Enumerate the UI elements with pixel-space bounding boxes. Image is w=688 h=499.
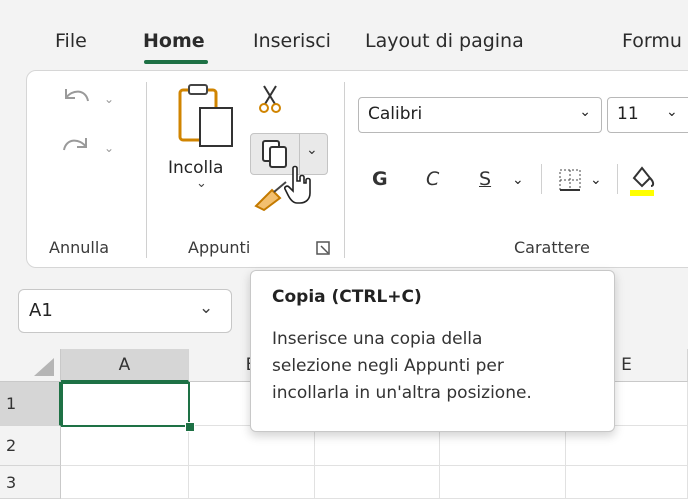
mouse-pointer-icon [284,165,312,205]
font-name-value: Calibri [368,104,423,124]
cell[interactable] [315,466,440,499]
cell[interactable] [566,426,688,466]
tab-home[interactable]: Home [143,30,205,52]
font-size-chevron-icon[interactable]: ⌄ [666,104,678,120]
cell[interactable] [315,426,440,466]
borders-icon[interactable] [558,168,582,192]
active-tab-indicator [144,60,208,64]
tab-file[interactable]: File [55,30,87,52]
tab-formule[interactable]: Formu [622,30,682,52]
font-size-value: 11 [617,104,639,124]
copy-dropdown-chevron-icon[interactable]: ⌄ [306,142,318,158]
bold-button[interactable]: G [372,168,388,190]
group-label-appunti: Appunti [188,238,251,257]
redo-dropdown-chevron-icon[interactable]: ⌄ [104,141,114,155]
borders-chevron-icon[interactable]: ⌄ [590,172,602,188]
row-header-2[interactable]: 2 [0,426,61,466]
copy-tooltip: Copia (CTRL+C) Inserisce una copia della… [250,270,615,432]
underline-button[interactable]: S [479,168,491,190]
italic-button[interactable]: C [426,168,439,190]
format-separator [541,164,542,194]
fill-handle[interactable] [185,422,195,432]
cell[interactable] [440,466,566,499]
tab-inserisci[interactable]: Inserisci [253,30,331,52]
paste-button[interactable]: Incolla [168,158,223,178]
undo-icon[interactable] [58,83,98,113]
undo-dropdown-chevron-icon[interactable]: ⌄ [104,92,114,106]
paste-icon[interactable] [178,84,238,150]
tooltip-title: Copia (CTRL+C) [272,287,422,307]
group-label-annulla: Annulla [49,238,110,257]
format-separator [617,164,618,194]
tooltip-line: Inserisce una copia della [272,329,483,349]
group-separator [146,82,147,258]
cell[interactable] [189,466,315,499]
cut-icon[interactable] [258,84,282,114]
column-header-a[interactable]: A [61,349,189,382]
cell[interactable] [566,466,688,499]
name-box[interactable]: A1 ⌄ [18,289,232,333]
row-header-3[interactable]: 3 [0,466,61,499]
font-size-combobox[interactable]: 11 ⌄ [607,97,688,133]
group-separator [344,82,345,258]
redo-icon[interactable] [58,132,98,162]
font-name-combobox[interactable]: Calibri ⌄ [358,97,602,133]
name-box-value: A1 [29,300,53,321]
paste-dropdown-chevron-icon[interactable]: ⌄ [196,176,207,191]
cell[interactable] [189,426,315,466]
name-box-chevron-icon[interactable]: ⌄ [199,298,213,318]
fill-color-icon[interactable] [628,164,658,198]
dialog-launcher-icon[interactable] [316,241,330,255]
active-cell-a1[interactable] [61,382,190,427]
cell[interactable] [61,466,189,499]
cell[interactable] [61,426,189,466]
cell[interactable] [440,426,566,466]
row-header-1[interactable]: 1 [0,382,61,426]
tab-layout-di-pagina[interactable]: Layout di pagina [365,30,524,52]
select-all-corner[interactable] [0,349,61,382]
underline-chevron-icon[interactable]: ⌄ [512,172,524,188]
tooltip-line: incollarla in un'altra posizione. [272,383,532,403]
font-name-chevron-icon[interactable]: ⌄ [579,104,591,120]
group-label-carattere: Carattere [514,238,590,257]
tooltip-line: selezione negli Appunti per [272,356,504,376]
